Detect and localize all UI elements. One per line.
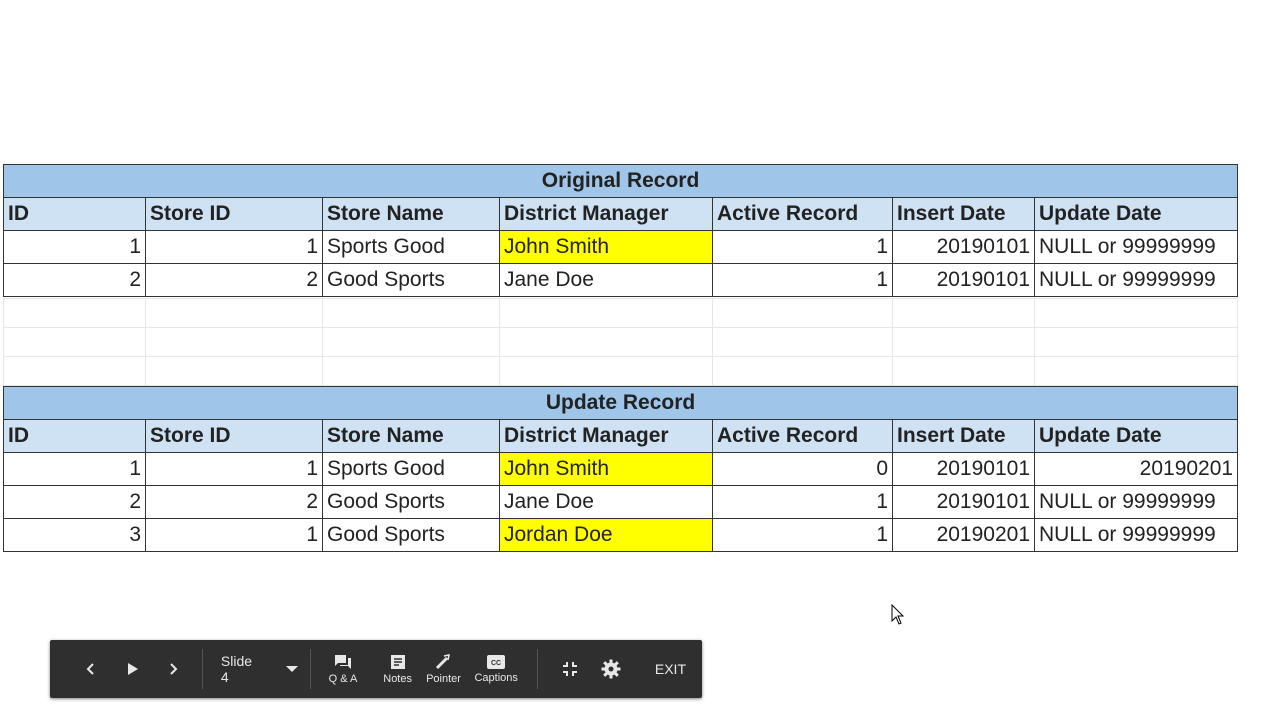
cell-store-name: Good Sports <box>322 485 500 519</box>
notes-button[interactable]: Notes <box>375 654 420 685</box>
table-row: 2 2 Good Sports Jane Doe 1 20190101 NULL… <box>3 485 1239 519</box>
column-header: Update Date <box>1033 419 1239 453</box>
cell-insert-date: 20190201 <box>892 518 1035 552</box>
update-record-title: Update Record <box>2 386 1239 420</box>
chevron-left-icon <box>87 663 95 675</box>
notes-label: Notes <box>383 672 412 685</box>
qa-label: Q & A <box>328 672 358 685</box>
table-row: 2 2 Good Sports Jane Doe 1 20190101 NULL… <box>3 263 1239 297</box>
column-header: Active Record <box>712 419 893 453</box>
cell-active-record: 0 <box>712 452 893 486</box>
column-header: Insert Date <box>892 419 1035 453</box>
gear-icon <box>601 659 621 679</box>
cell-district-manager-highlighted: John Smith <box>499 230 713 264</box>
captions-label: Captions <box>474 671 518 684</box>
empty-grid <box>3 298 1238 386</box>
notes-icon <box>390 654 405 669</box>
qa-button[interactable]: Q & A <box>311 654 375 685</box>
fullscreen-exit-icon <box>562 662 577 676</box>
caret-down-icon <box>285 666 298 672</box>
cell-active-record: 1 <box>712 230 893 264</box>
update-record-table: Update Record ID Store ID Store Name Dis… <box>2 386 1239 552</box>
cell-insert-date: 20190101 <box>892 230 1035 264</box>
cell-update-date: NULL or 99999999 <box>1033 485 1239 519</box>
cell-store-id: 2 <box>145 485 323 519</box>
next-button[interactable] <box>153 640 194 698</box>
column-header: ID <box>3 419 146 453</box>
column-header: ID <box>3 197 146 231</box>
cell-id: 2 <box>3 263 146 297</box>
original-record-table: Original Record ID Store ID Store Name D… <box>2 164 1239 297</box>
column-header: Store ID <box>145 419 323 453</box>
column-header: Store Name <box>322 197 500 231</box>
forum-icon <box>334 654 351 669</box>
original-record-title: Original Record <box>2 164 1239 198</box>
cell-update-date: NULL or 99999999 <box>1033 518 1239 552</box>
cell-id: 3 <box>3 518 146 552</box>
cell-id: 1 <box>3 230 146 264</box>
laser-pointer-icon <box>436 653 451 669</box>
table-row: 1 1 Sports Good John Smith 0 20190101 20… <box>3 452 1239 486</box>
previous-button[interactable] <box>71 640 112 698</box>
cell-update-date: NULL or 99999999 <box>1033 230 1239 264</box>
table-row: 3 1 Good Sports Jordan Doe 1 20190201 NU… <box>3 518 1239 552</box>
captions-button[interactable]: CC Captions <box>467 654 526 684</box>
column-header: Active Record <box>712 197 893 231</box>
exit-button[interactable]: EXIT <box>639 661 702 677</box>
svg-text:CC: CC <box>491 660 501 667</box>
cell-store-id: 1 <box>145 518 323 552</box>
cell-update-date: NULL or 99999999 <box>1033 263 1239 297</box>
column-header: Store Name <box>322 419 500 453</box>
cell-store-name: Sports Good <box>322 230 500 264</box>
column-header: Store ID <box>145 197 323 231</box>
closed-captions-icon: CC <box>487 654 506 669</box>
slide-selector[interactable]: Slide 4 <box>203 640 310 698</box>
play-icon <box>128 663 139 675</box>
mouse-cursor-icon <box>891 604 905 625</box>
header-row: ID Store ID Store Name District Manager … <box>3 419 1239 453</box>
cell-id: 2 <box>3 485 146 519</box>
cell-id: 1 <box>3 452 146 486</box>
cell-insert-date: 20190101 <box>892 263 1035 297</box>
cell-update-date: 20190201 <box>1033 452 1239 486</box>
cell-store-id: 2 <box>145 263 323 297</box>
cell-district-manager-highlighted: Jordan Doe <box>499 518 713 552</box>
settings-button[interactable] <box>601 659 621 679</box>
pointer-button[interactable]: Pointer <box>420 653 467 685</box>
pointer-label: Pointer <box>426 672 461 685</box>
play-button[interactable] <box>112 640 153 698</box>
cell-active-record: 1 <box>712 518 893 552</box>
column-header: District Manager <box>499 419 713 453</box>
cell-store-name: Good Sports <box>322 518 500 552</box>
exit-fullscreen-button[interactable] <box>538 661 600 677</box>
cell-district-manager: Jane Doe <box>499 485 713 519</box>
cell-insert-date: 20190101 <box>892 452 1035 486</box>
cell-district-manager-highlighted: John Smith <box>499 452 713 486</box>
column-header: District Manager <box>499 197 713 231</box>
cell-store-name: Sports Good <box>322 452 500 486</box>
cell-store-id: 1 <box>145 230 323 264</box>
slide-label: Slide 4 <box>220 653 253 685</box>
column-header: Update Date <box>1033 197 1239 231</box>
cell-active-record: 1 <box>712 485 893 519</box>
presenter-toolbar: Slide 4 Q & A Notes Pointer CC Captions … <box>50 640 702 698</box>
cell-active-record: 1 <box>712 263 893 297</box>
cell-district-manager: Jane Doe <box>499 263 713 297</box>
cell-store-name: Good Sports <box>322 263 500 297</box>
column-header: Insert Date <box>892 197 1035 231</box>
chevron-right-icon <box>170 663 178 675</box>
cell-insert-date: 20190101 <box>892 485 1035 519</box>
cell-store-id: 1 <box>145 452 323 486</box>
table-row: 1 1 Sports Good John Smith 1 20190101 NU… <box>3 230 1239 264</box>
header-row: ID Store ID Store Name District Manager … <box>3 197 1239 231</box>
